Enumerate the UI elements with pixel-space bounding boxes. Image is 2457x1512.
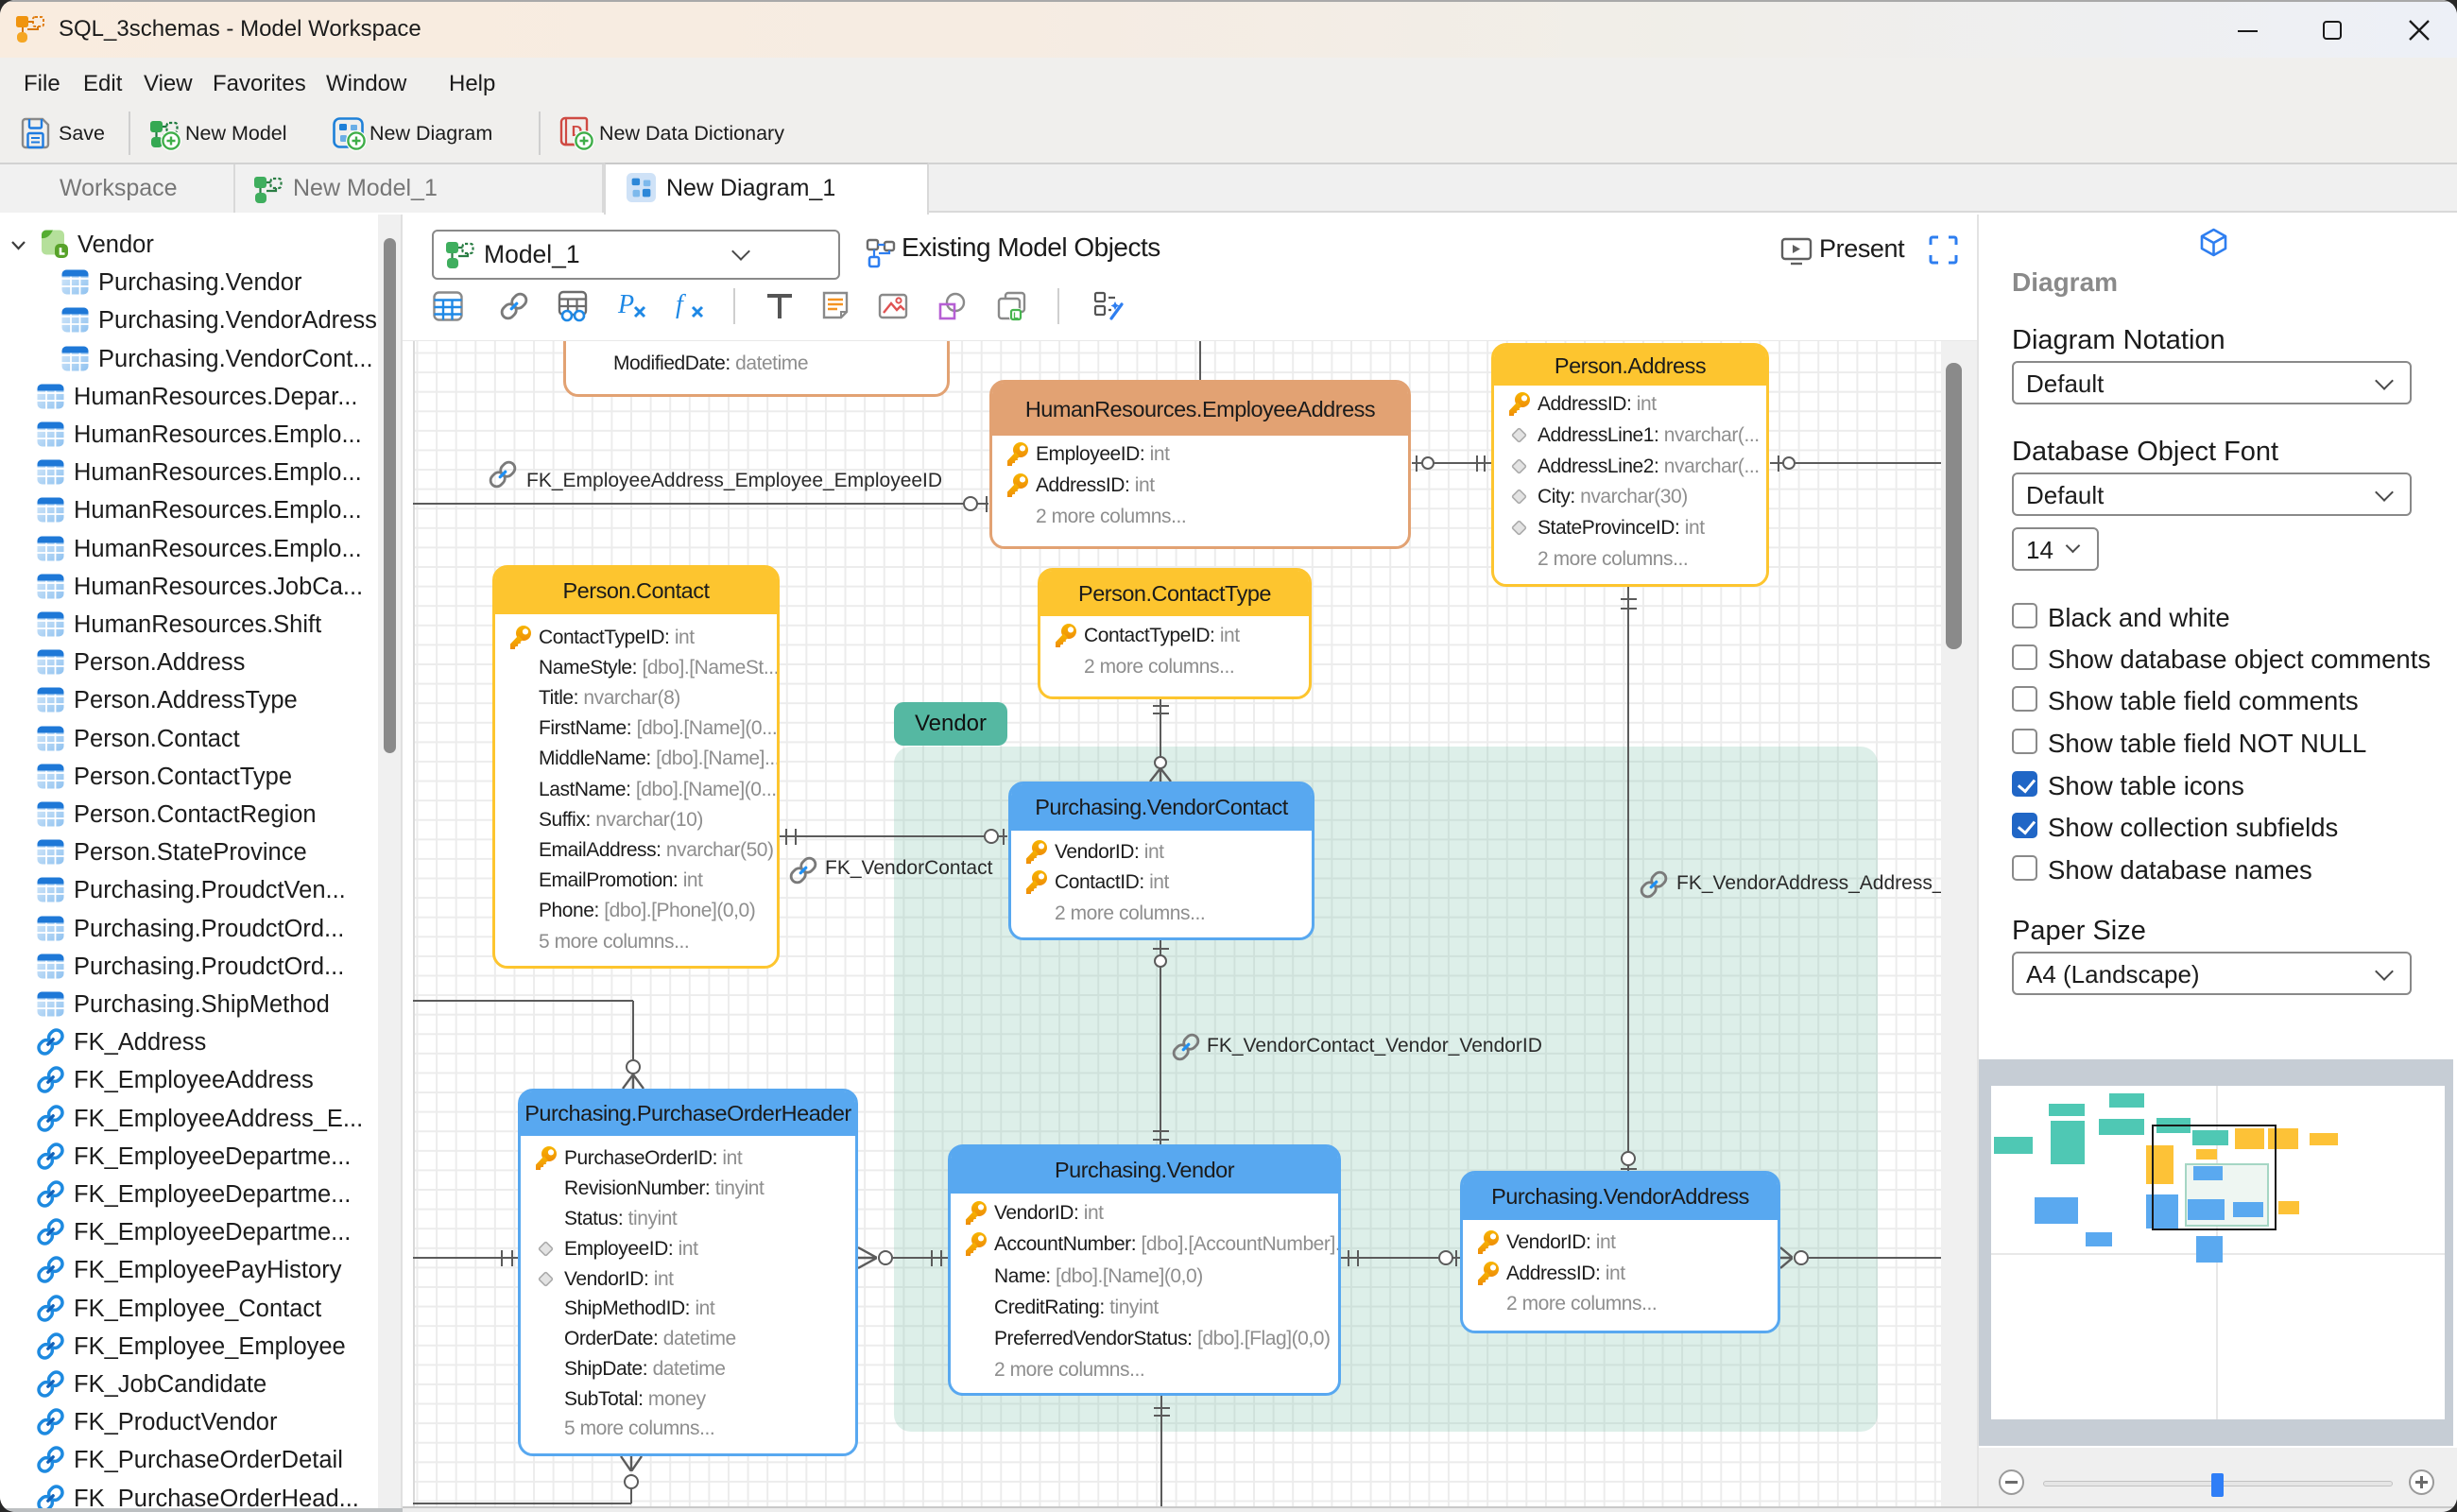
svg-text:P: P xyxy=(617,290,634,319)
svg-text:f: f xyxy=(676,290,686,319)
svg-text:L: L xyxy=(1013,311,1019,320)
